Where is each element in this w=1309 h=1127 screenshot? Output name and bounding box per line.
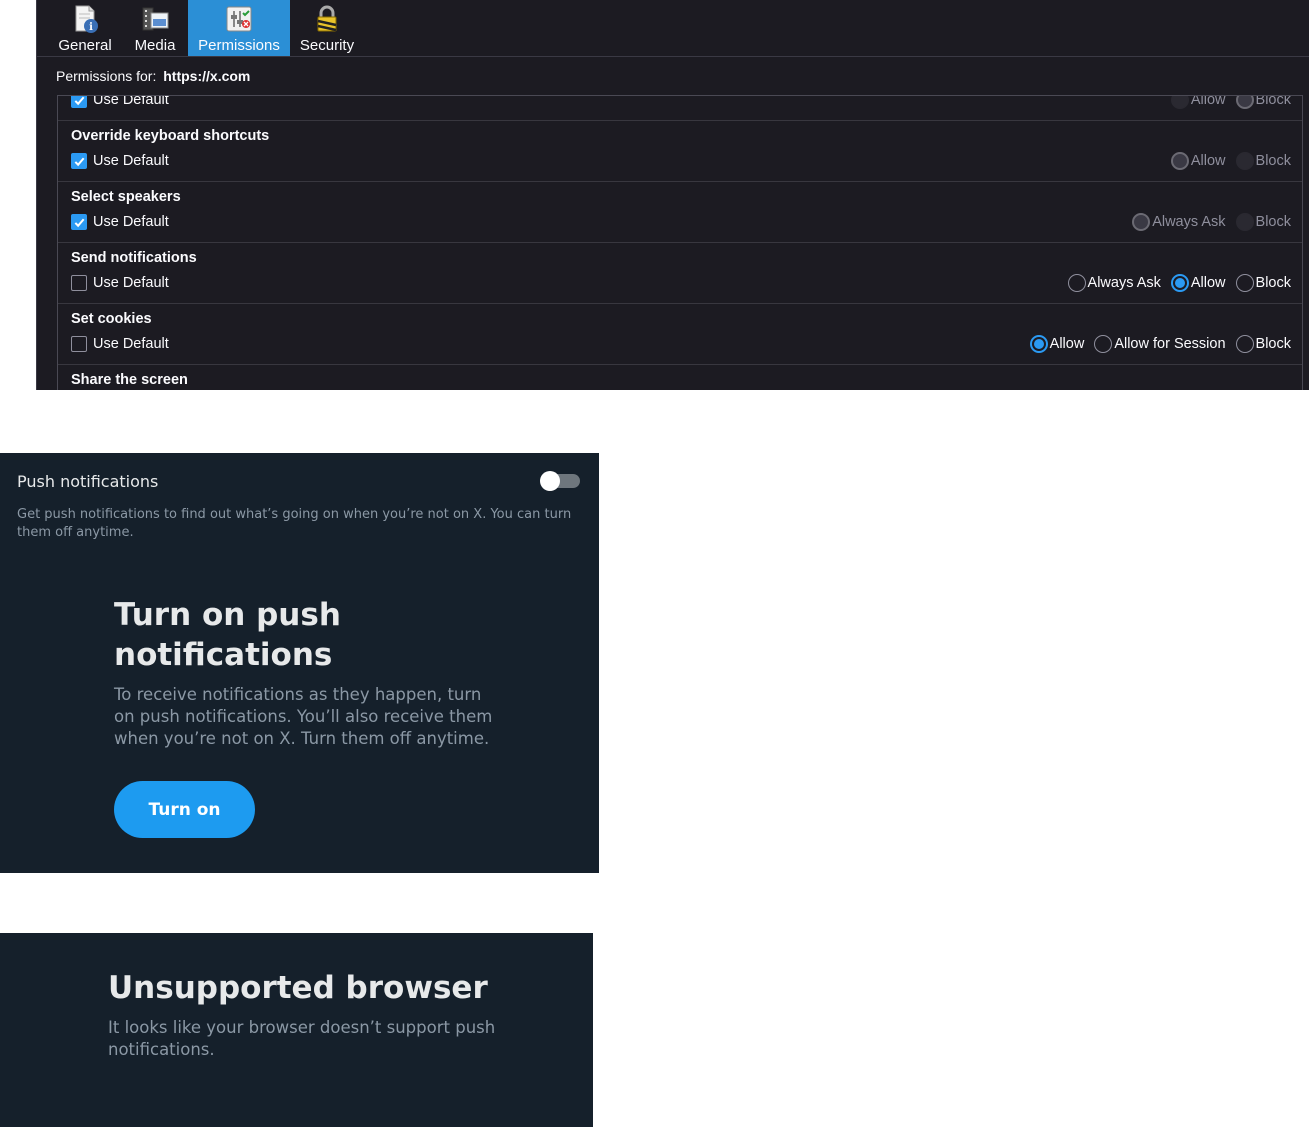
tab-general-label: General [58, 37, 112, 54]
permissions-for: Permissions for: https://x.com [56, 68, 250, 84]
permission-row: Override keyboard shortcuts Use Default Al… [58, 120, 1302, 182]
permission-title: Override keyboard shortcuts [71, 128, 270, 144]
radio-option: Block [1235, 95, 1291, 109]
use-default-checkbox[interactable]: Use Default [71, 274, 169, 292]
radio-icon [1235, 96, 1254, 109]
radio-icon [1235, 335, 1254, 353]
tab-security-label: Security [299, 37, 355, 54]
radio-selected-icon [1029, 335, 1048, 353]
unsupported-heading: Unsupported browser [108, 970, 488, 1006]
permission-row: Select speakers Use Default Always Ask Bloc… [58, 181, 1302, 243]
checkbox-empty-icon [71, 336, 87, 352]
permission-radio-group: Allow Block [1161, 152, 1291, 170]
radio-option: Allow [1170, 95, 1226, 109]
permission-radio-group: Always Ask Block [1122, 213, 1291, 231]
radio-option[interactable]: Allow [1170, 274, 1226, 292]
use-default-checkbox[interactable]: Use Default [71, 335, 169, 353]
checkmark-icon [71, 96, 87, 108]
use-default-label: Use Default [93, 336, 169, 352]
tab-media-label: Media [134, 37, 176, 54]
radio-icon [1094, 335, 1113, 353]
radio-label: Block [1255, 275, 1291, 291]
radio-option: Block [1235, 213, 1291, 231]
permission-title: Send notifications [71, 250, 197, 266]
permissions-for-url: https://x.com [163, 68, 251, 84]
use-default-checkbox[interactable]: Use Default [71, 213, 169, 231]
radio-label: Always Ask [1087, 275, 1161, 291]
turn-on-body: To receive notifications as they happen,… [114, 685, 493, 748]
permission-title: Select speakers [71, 189, 181, 205]
tab-general[interactable]: i General [51, 0, 119, 56]
radio-option: Block [1235, 152, 1291, 170]
radio-label: Block [1255, 214, 1291, 230]
radio-label: Always Ask [1152, 214, 1226, 230]
radio-option[interactable]: Block [1235, 274, 1291, 292]
radio-label: Allow [1190, 275, 1226, 291]
turn-on-heading: Turn on push notifications [114, 597, 341, 673]
radio-label: Block [1255, 336, 1291, 352]
checkmark-icon [71, 153, 87, 169]
permission-radio-group: Allow Block [1161, 95, 1291, 109]
radio-icon [1067, 274, 1086, 292]
radio-option[interactable]: Block [1235, 335, 1291, 353]
push-notifications-toggle[interactable] [540, 471, 581, 491]
radio-icon [1170, 152, 1189, 170]
radio-icon [1235, 152, 1254, 170]
permissions-for-label: Permissions for: [56, 68, 157, 84]
media-icon [140, 4, 170, 34]
radio-label: Allow [1190, 153, 1226, 169]
permissions-list[interactable]: Use Default Allow Block Override keyboard s… [57, 95, 1303, 390]
permission-row: Send notifications Use Default Always Ask A… [58, 242, 1302, 304]
radio-icon [1235, 213, 1254, 231]
radio-label: Block [1255, 153, 1291, 169]
tab-media[interactable]: Media [129, 0, 181, 56]
radio-icon [1235, 274, 1254, 292]
permission-title: Set cookies [71, 311, 152, 327]
checkbox-empty-icon [71, 275, 87, 291]
permission-row: Use Default Allow Block [58, 95, 1302, 121]
use-default-checkbox[interactable]: Use Default [71, 152, 169, 170]
radio-option: Always Ask [1132, 213, 1226, 231]
push-notifications-title: Push notifications [17, 472, 159, 491]
permission-radio-group: Allow Allow for Session Block [1020, 335, 1291, 353]
unsupported-browser-panel: Unsupported browser It looks like your b… [0, 933, 593, 1127]
permissions-icon [224, 4, 254, 34]
radio-option[interactable]: Always Ask [1067, 274, 1161, 292]
turn-on-button[interactable]: Turn on [114, 781, 255, 838]
document-info-icon: i [70, 4, 100, 34]
checkmark-icon [71, 214, 87, 230]
radio-option[interactable]: Allow [1029, 335, 1085, 353]
permission-row: Share the screen [58, 364, 1302, 390]
radio-label: Allow [1049, 336, 1085, 352]
radio-selected-icon [1170, 274, 1189, 292]
radio-label: Block [1255, 95, 1291, 108]
lock-icon [312, 4, 342, 34]
push-notifications-description: Get push notifications to find out what’… [17, 507, 572, 540]
radio-icon [1132, 213, 1151, 231]
use-default-checkbox[interactable]: Use Default [71, 95, 169, 109]
page-info-dialog: i General Media Permissions Security Per… [36, 0, 1309, 390]
use-default-label: Use Default [93, 275, 169, 291]
radio-option: Allow [1170, 152, 1226, 170]
push-notifications-panel: Push notifications Get push notification… [0, 453, 599, 873]
tab-permissions-label: Permissions [198, 37, 280, 54]
use-default-label: Use Default [93, 153, 169, 169]
use-default-label: Use Default [93, 95, 169, 108]
radio-label: Allow for Session [1114, 336, 1226, 352]
tab-bar: i General Media Permissions Security [37, 0, 1309, 57]
permission-row: Set cookies Use Default Allow Allow for Ses… [58, 303, 1302, 365]
radio-option[interactable]: Allow for Session [1094, 335, 1226, 353]
permission-radio-group: Always Ask Allow Block [1058, 274, 1291, 292]
tab-security[interactable]: Security [295, 0, 359, 56]
permission-title: Share the screen [71, 372, 188, 388]
use-default-label: Use Default [93, 214, 169, 230]
radio-icon [1170, 96, 1189, 109]
toggle-knob [540, 471, 560, 491]
tab-permissions[interactable]: Permissions [188, 0, 290, 56]
radio-label: Allow [1190, 95, 1226, 108]
unsupported-body: It looks like your browser doesn’t suppo… [108, 1018, 496, 1059]
svg-text:i: i [89, 22, 93, 33]
